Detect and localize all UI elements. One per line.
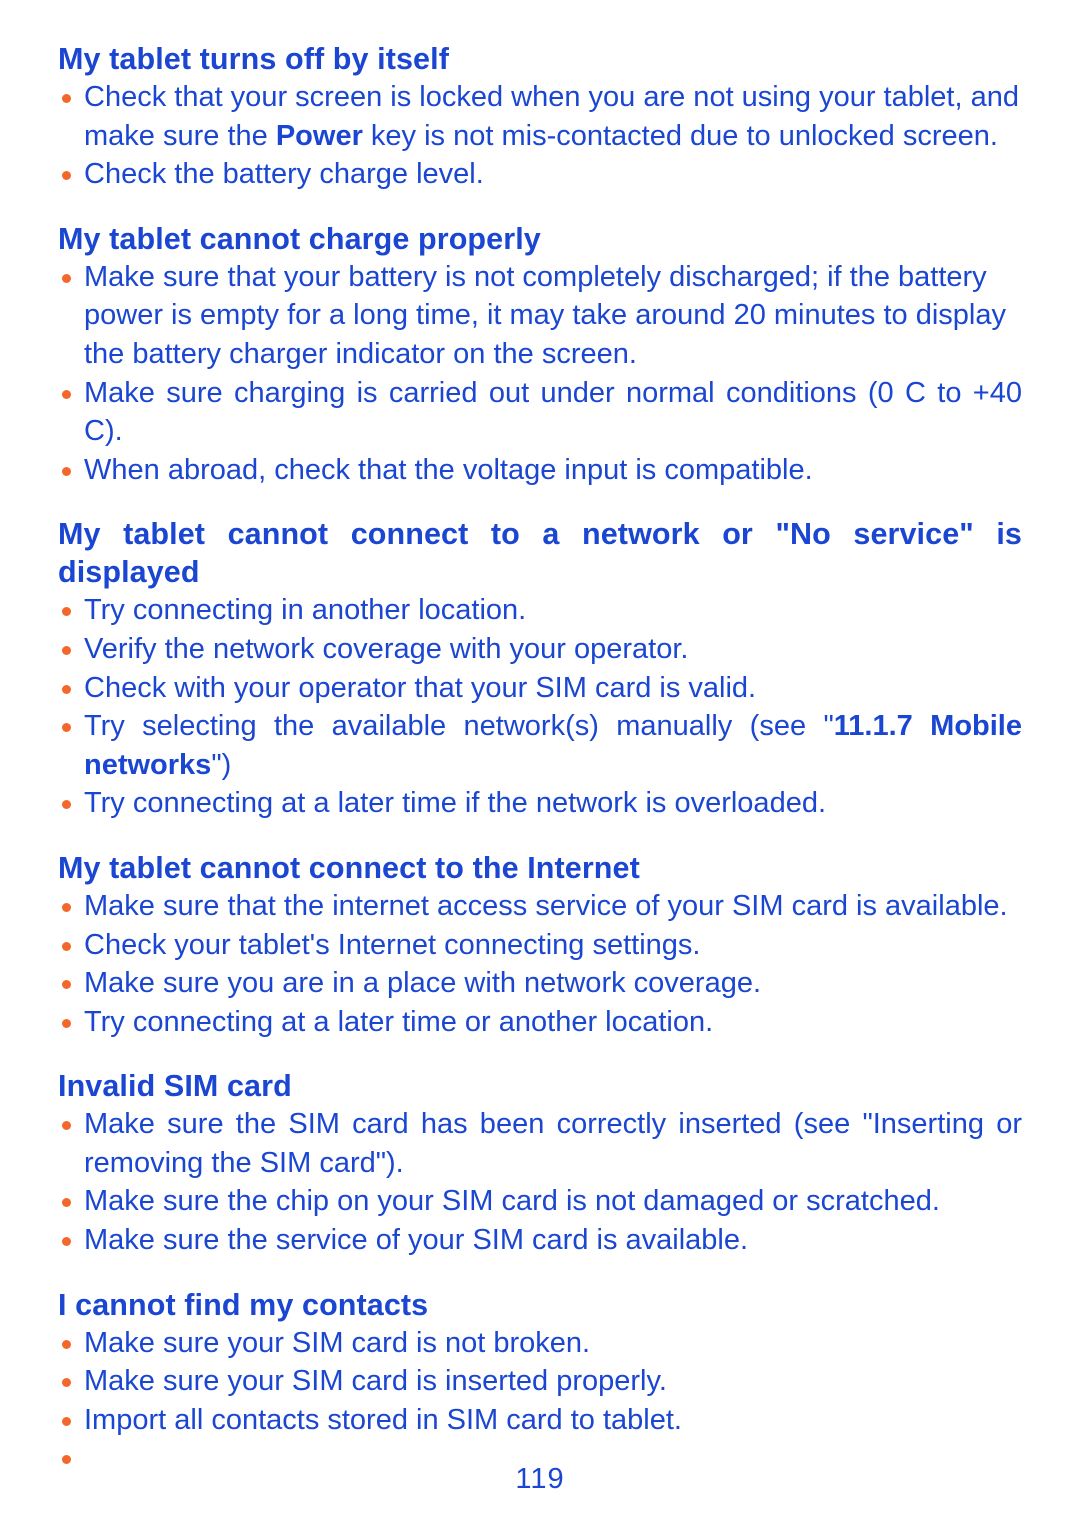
bullet-item: Make sure charging is carried out under … (58, 374, 1022, 451)
faq-section: My tablet cannot connect to a network or… (58, 515, 1022, 823)
section-heading: My tablet cannot connect to the Internet (58, 850, 640, 885)
bullet-item: Make sure your SIM card is not broken. (58, 1324, 1022, 1363)
bullet-item: Make sure the service of your SIM card i… (58, 1221, 1022, 1260)
faq-section: Invalid SIM card Make sure the SIM card h… (58, 1067, 1022, 1259)
bullet-text: When abroad, check that the voltage inpu… (84, 453, 813, 486)
bullet-list: Make sure your SIM card is not broken. Ma… (58, 1324, 1022, 1476)
page-number: 119 (515, 1463, 565, 1495)
bullet-text: Make sure the chip on your SIM card is n… (84, 1185, 940, 1218)
section-heading: My tablet turns off by itself (58, 42, 449, 76)
faq-section: I cannot find my contacts Make sure your … (58, 1286, 1022, 1476)
bullet-item: Make sure the SIM card has been correctl… (58, 1105, 1022, 1182)
bullet-item: Try selecting the available network(s) m… (58, 707, 1022, 784)
bullet-text: Make sure the SIM card has been correctl… (84, 1108, 1022, 1179)
bullet-item: Make sure the chip on your SIM card is n… (58, 1182, 1022, 1221)
bullet-item: Make sure you are in a place with networ… (58, 964, 1022, 1003)
bullet-text: Make sure your SIM card is not broken. (84, 1326, 591, 1359)
bullet-list: Make sure that your battery is not compl… (58, 258, 1022, 490)
bullet-list: Make sure that the internet access servi… (58, 887, 1022, 1041)
bullet-item: Check that your screen is locked when yo… (58, 78, 1022, 155)
bullet-text: Try connecting at a later time or anothe… (84, 1005, 714, 1038)
bullet-text: Import all contacts stored in SIM card t… (84, 1403, 682, 1436)
bullet-item: Try connecting at a later time if the ne… (58, 784, 1022, 823)
bullet-item: Check your tablet's Internet connecting … (58, 926, 1022, 965)
section-heading: I cannot find my contacts (58, 1287, 429, 1322)
bullet-text: Check your tablet's Internet connecting … (84, 928, 701, 961)
bullet-text: Make sure that your battery is not compl… (84, 260, 1006, 370)
bullet-text-emphasis: Power (275, 119, 363, 152)
bullet-text: key is not mis-contacted due to unlocked… (362, 119, 998, 152)
page-content: My tablet turns off by itself Check that … (58, 40, 1022, 1475)
bullet-item: Verify the network coverage with your op… (58, 630, 1022, 669)
bullet-list: Check that your screen is locked when yo… (58, 78, 1022, 194)
section-heading: Invalid SIM card (58, 1069, 292, 1104)
document-page: My tablet turns off by itself Check that … (0, 0, 1080, 1534)
bullet-item: Make sure your SIM card is inserted prop… (58, 1362, 1022, 1401)
faq-section: My tablet cannot connect to the Internet… (58, 849, 1022, 1041)
faq-section: My tablet turns off by itself Check that … (58, 40, 1022, 194)
bullet-list: Try connecting in another location. Verif… (58, 591, 1022, 823)
bullet-item: Check with your operator that your SIM c… (58, 669, 1022, 708)
bullet-text: Make sure your SIM card is inserted prop… (84, 1365, 667, 1398)
bullet-text: Check the battery charge level. (84, 158, 484, 191)
bullet-text: Try connecting at a later time if the ne… (84, 787, 827, 820)
faq-section: My tablet cannot charge properly Make sur… (58, 220, 1022, 490)
bullet-item: Import all contacts stored in SIM card t… (58, 1401, 1022, 1440)
bullet-item: Make sure that the internet access servi… (58, 887, 1022, 926)
bullet-text: ") (211, 748, 232, 781)
bullet-text: Verify the network coverage with your op… (84, 632, 689, 665)
bullet-list: Make sure the SIM card has been correctl… (58, 1105, 1022, 1259)
bullet-item: Try connecting in another location. (58, 591, 1022, 630)
bullet-item: Make sure that your battery is not compl… (58, 258, 1022, 374)
bullet-item: When abroad, check that the voltage inpu… (58, 451, 1022, 490)
bullet-text: Check with your operator that your SIM c… (84, 671, 757, 704)
bullet-item: Try connecting at a later time or anothe… (58, 1003, 1022, 1042)
bullet-text: Try connecting in another location. (84, 594, 527, 627)
bullet-text: Make sure you are in a place with networ… (84, 967, 762, 1000)
bullet-text: Make sure charging is carried out under … (84, 376, 1022, 448)
bullet-item: Check the battery charge level. (58, 155, 1022, 194)
bullet-text: Make sure the service of your SIM card i… (84, 1224, 749, 1257)
bullet-text: Try selecting the available network(s) m… (84, 710, 834, 743)
section-heading: My tablet cannot connect to a network or… (58, 517, 1022, 590)
section-heading: My tablet cannot charge properly (58, 221, 541, 256)
bullet-text: Make sure that the internet access servi… (84, 889, 1008, 922)
